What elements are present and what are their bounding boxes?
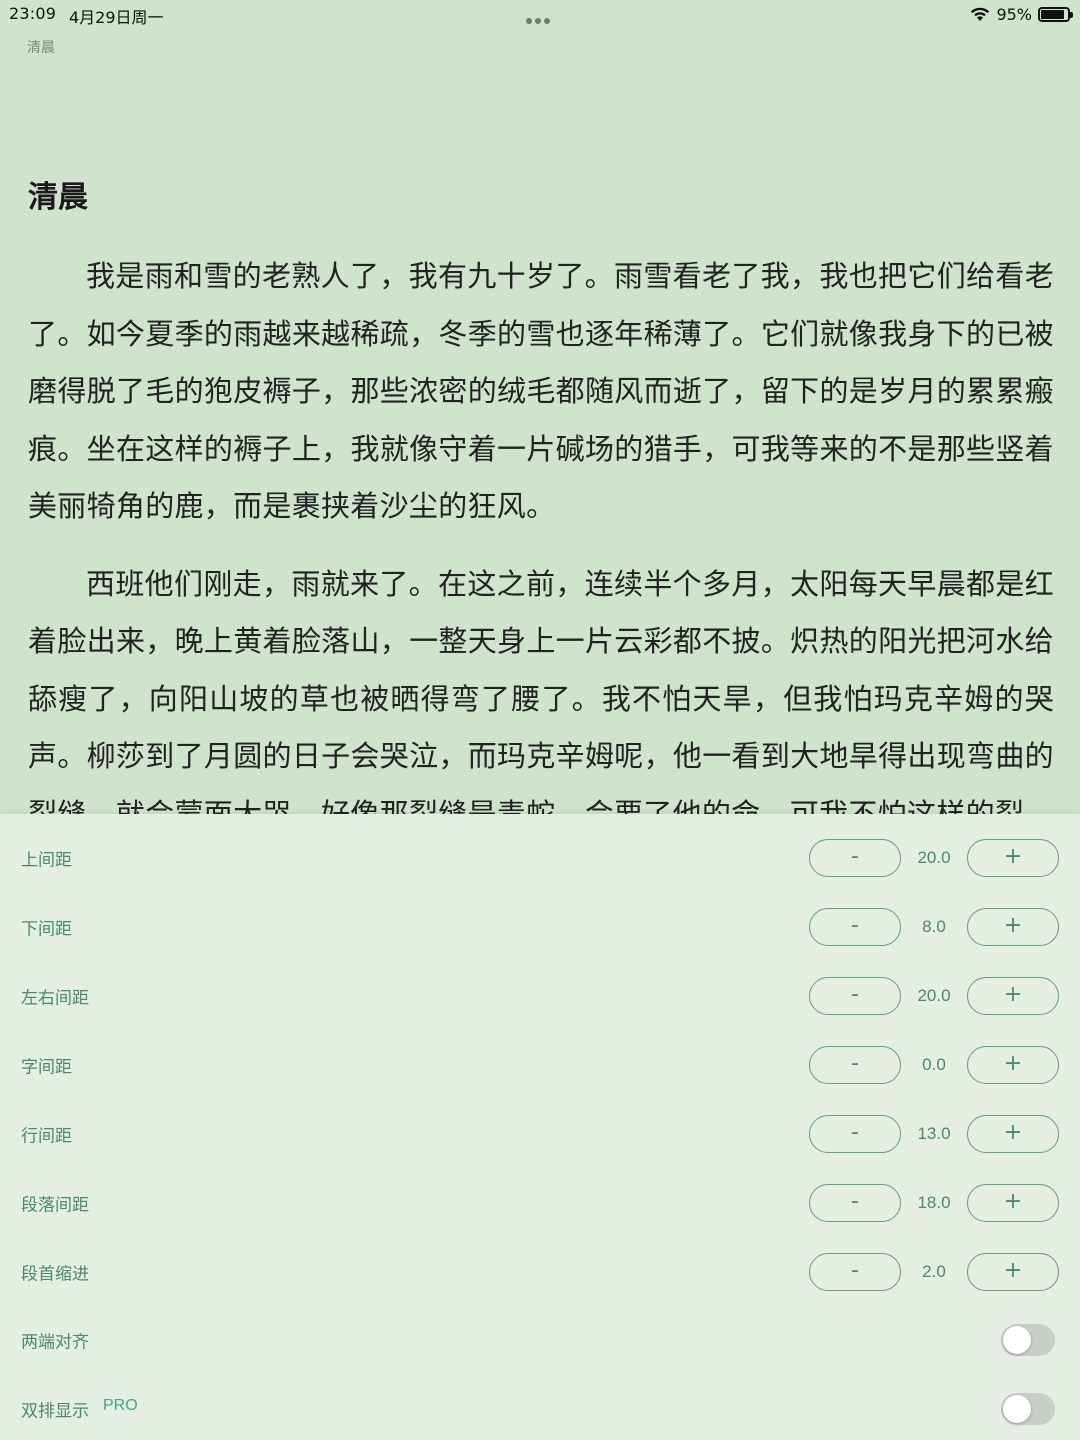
setting-row-two-column: 双排显示 PRO [0, 1379, 1080, 1439]
setting-row-paragraph-spacing: 段落间距 - 18.0 + [0, 1173, 1080, 1233]
increase-button[interactable]: + [967, 839, 1059, 877]
setting-row-bottom-margin: 下间距 - 8.0 + [0, 897, 1080, 957]
stepper-value: 0.0 [922, 1055, 946, 1074]
stepper-value: 13.0 [917, 1124, 951, 1143]
battery-icon [1038, 6, 1073, 22]
stepper-value: 20.0 [917, 986, 951, 1005]
toggle-knob [1003, 1395, 1031, 1423]
setting-row-top-margin: 上间距 - 20.0 + [0, 828, 1080, 888]
setting-label: 左右间距 [21, 988, 89, 1009]
paragraph: 我是雨和雪的老熟人了，我有九十岁了。雨雪看老了我，我也把它们给看老了。如今夏季的… [28, 259, 1054, 523]
setting-row-line-spacing: 行间距 - 13.0 + [0, 1104, 1080, 1164]
justify-toggle[interactable] [1001, 1324, 1055, 1356]
decrease-button[interactable]: - [809, 1115, 901, 1153]
status-bar: 23:09 4月29日周一 95% [0, 0, 1080, 28]
setting-row-side-margin: 左右间距 - 20.0 + [0, 966, 1080, 1026]
status-time: 23:09 [9, 4, 57, 23]
increase-button[interactable]: + [967, 1046, 1059, 1084]
decrease-button[interactable]: - [809, 1253, 901, 1291]
status-right: 95% [970, 3, 1073, 25]
setting-label: 行间距 [21, 1126, 72, 1147]
increase-button[interactable]: + [967, 908, 1059, 946]
setting-label: 下间距 [21, 919, 72, 940]
chapter-title: 清晨 [28, 180, 88, 215]
pro-badge: PRO [103, 1396, 138, 1414]
setting-label: 双排显示 [21, 1401, 89, 1422]
battery-percent: 95% [996, 4, 1032, 24]
decrease-button[interactable]: - [809, 1184, 901, 1222]
battery-fill [1041, 9, 1064, 19]
setting-label: 字间距 [21, 1057, 72, 1078]
wifi-icon [970, 6, 990, 22]
stepper-value: 2.0 [922, 1262, 946, 1281]
decrease-button[interactable]: - [809, 1046, 901, 1084]
toggle-knob [1003, 1326, 1031, 1354]
setting-label: 上间距 [21, 850, 72, 871]
stepper-value: 18.0 [917, 1193, 951, 1212]
paragraph: 西班他们刚走，雨就来了。在这之前，连续半个多月，太阳每天早晨都是红着脸出来，晚上… [28, 566, 1054, 815]
setting-label: 两端对齐 [21, 1332, 89, 1353]
increase-button[interactable]: + [967, 1115, 1059, 1153]
decrease-button[interactable]: - [809, 977, 901, 1015]
multitasking-dots-icon[interactable] [526, 9, 554, 24]
setting-label: 段首缩进 [21, 1264, 89, 1285]
layout-settings-panel: 上间距 - 20.0 + 下间距 - 8.0 + 左右间距 - 20.0 + 字… [0, 814, 1080, 1440]
decrease-button[interactable]: - [809, 908, 901, 946]
setting-row-first-line-indent: 段首缩进 - 2.0 + [0, 1242, 1080, 1302]
stepper-value: 8.0 [922, 917, 946, 936]
stepper-value: 20.0 [917, 848, 951, 867]
increase-button[interactable]: + [967, 977, 1059, 1015]
decrease-button[interactable]: - [809, 839, 901, 877]
setting-row-justify: 两端对齐 [0, 1310, 1080, 1370]
reader-body[interactable]: 我是雨和雪的老熟人了，我有九十岁了。雨雪看老了我，我也把它们给看老了。如今夏季的… [28, 248, 1054, 814]
increase-button[interactable]: + [967, 1253, 1059, 1291]
status-date: 4月29日周一 [69, 8, 164, 27]
setting-label: 段落间距 [21, 1195, 89, 1216]
setting-row-letter-spacing: 字间距 - 0.0 + [0, 1035, 1080, 1095]
two-column-toggle[interactable] [1001, 1393, 1055, 1425]
book-header-title: 清晨 [27, 40, 55, 56]
increase-button[interactable]: + [967, 1184, 1059, 1222]
